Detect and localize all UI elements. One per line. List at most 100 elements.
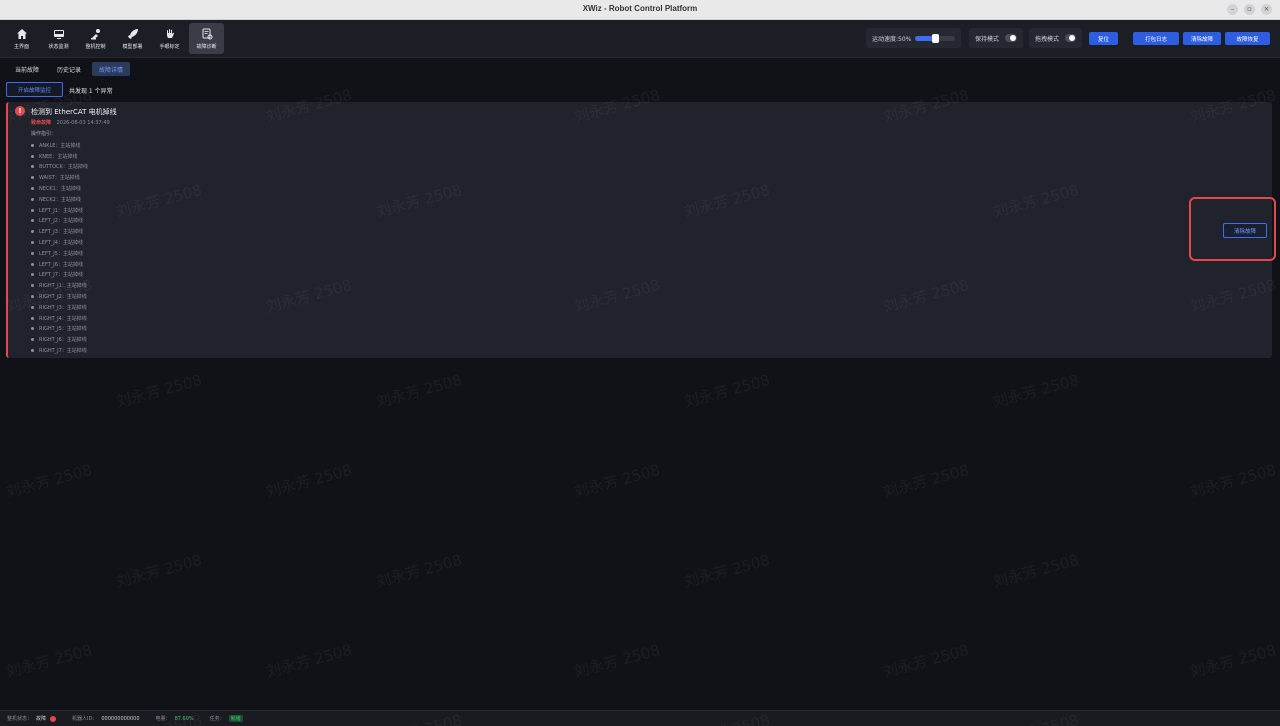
nav-item-status-monitor[interactable]: 状态监测 xyxy=(41,23,76,54)
window-buttons: – ▫ × xyxy=(1227,4,1272,15)
watermark: 刘永芳 2508 xyxy=(991,550,1081,592)
diagnosis-icon xyxy=(202,28,212,39)
bullet-icon xyxy=(31,187,34,191)
joint-item: RIGHT_J3：主站掉线 xyxy=(31,302,88,313)
nav-item-robot-control[interactable]: 整机控制 xyxy=(78,23,113,54)
toggle-knob xyxy=(1010,35,1016,41)
joint-text: NECK2：主站掉线 xyxy=(39,196,81,203)
tab-history[interactable]: 历史记录 xyxy=(50,62,88,76)
maximize-button[interactable]: ▫ xyxy=(1244,4,1255,15)
reset-button[interactable]: 复位 xyxy=(1089,32,1118,45)
bullet-icon xyxy=(31,143,34,147)
watermark: 刘永芳 2508 xyxy=(572,640,662,682)
joint-text: LEFT_J4：主站掉线 xyxy=(39,240,83,247)
watermark: 刘永芳 2508 xyxy=(374,550,464,592)
fault-tabs: 当前故障 历史记录 故障详情 xyxy=(8,62,131,76)
bullet-icon xyxy=(31,262,34,266)
alert-icon: ! xyxy=(15,106,25,116)
watermark: 刘永芳 2508 xyxy=(1188,460,1278,502)
joint-item: LEFT_J1：主站掉线 xyxy=(31,205,88,216)
status-task: 任务： 就绪 xyxy=(210,715,243,722)
watermark: 刘永芳 2508 xyxy=(114,550,204,592)
joint-text: ANKLE：主站掉线 xyxy=(39,142,81,149)
window-title: XWiz - Robot Control Platform xyxy=(582,4,698,13)
bullet-icon xyxy=(31,273,34,277)
joint-item: WAIST：主站掉线 xyxy=(31,172,88,183)
severity-badge: 致命故障 xyxy=(31,120,52,126)
clear-fault-toolbar-button[interactable]: 清除故障 xyxy=(1183,32,1221,45)
monitor-icon xyxy=(53,29,64,39)
nav-label: 状态监测 xyxy=(48,43,69,50)
nav-item-home[interactable]: 主界面 xyxy=(4,23,39,54)
watermark: 刘永芳 2508 xyxy=(682,550,772,592)
fault-time: 2026-08-03 14:37:49 xyxy=(56,120,110,126)
speed-slider[interactable] xyxy=(915,33,955,43)
fault-meta: 致命故障 2026-08-03 14:37:49 xyxy=(31,119,110,126)
state-value: 故障 xyxy=(36,716,47,722)
joint-text: LEFT_J5：主站掉线 xyxy=(39,250,83,257)
fault-card: ! 检测到 EtherCAT 电机掉线 致命故障 2026-08-03 14:3… xyxy=(6,102,1272,358)
nav-label: 手眼标定 xyxy=(159,43,180,50)
joint-text: LEFT_J2：主站掉线 xyxy=(39,218,83,225)
status-robot-id: 机器人ID： 000000000000 xyxy=(72,715,140,723)
watermark: 刘永芳 2508 xyxy=(1188,640,1278,682)
task-value: 就绪 xyxy=(228,715,243,722)
joint-item: RIGHT_J6：主站掉线 xyxy=(31,334,88,345)
joint-text: LEFT_J3：主站掉线 xyxy=(39,229,83,236)
bullet-icon xyxy=(31,165,34,169)
joint-text: WAIST：主站掉线 xyxy=(39,175,80,182)
joint-item: NECK1：主站掉线 xyxy=(31,183,88,194)
bullet-icon xyxy=(31,305,34,309)
joint-item: LEFT_J4：主站掉线 xyxy=(31,237,88,248)
watermark: 刘永芳 2508 xyxy=(991,370,1081,412)
joint-item: RIGHT_J4：主站掉线 xyxy=(31,313,88,324)
nav-item-fault-diagnosis[interactable]: 故障诊断 xyxy=(189,23,224,54)
bullet-icon xyxy=(31,327,34,331)
joint-item: RIGHT_J2：主站掉线 xyxy=(31,291,88,302)
watermark: 刘永芳 2508 xyxy=(114,370,204,412)
joint-item: NECK2：主站掉线 xyxy=(31,194,88,205)
joint-item: ANKLE：主站掉线 xyxy=(31,140,88,151)
bullet-icon xyxy=(31,176,34,180)
bullet-icon xyxy=(31,349,34,353)
robot-control-icon xyxy=(90,28,100,39)
speed-control: 运动速度:50% xyxy=(866,28,961,48)
toggle-knob xyxy=(1069,35,1075,41)
watermark: 刘永芳 2508 xyxy=(4,460,94,502)
drag-mode-label: 拖拽模式 xyxy=(1035,35,1060,43)
bullet-icon xyxy=(31,338,34,342)
tab-current-fault[interactable]: 当前故障 xyxy=(8,62,46,76)
watermark: 刘永芳 2508 xyxy=(374,370,464,412)
speed-slider-thumb[interactable] xyxy=(932,33,940,43)
pack-log-button[interactable]: 打包日志 xyxy=(1133,32,1179,45)
nav-item-hand-eye[interactable]: 手眼标定 xyxy=(152,23,187,54)
joint-text: RIGHT_J7：主站掉线 xyxy=(39,348,87,355)
nav-item-model-deploy[interactable]: 模型部署 xyxy=(115,23,150,54)
minimize-button[interactable]: – xyxy=(1227,4,1238,15)
joint-text: RIGHT_J2：主站掉线 xyxy=(39,294,87,301)
nav-label: 故障诊断 xyxy=(196,43,217,50)
nav-label: 主界面 xyxy=(13,43,29,50)
hand-icon xyxy=(166,28,174,38)
fault-dot-icon xyxy=(50,715,57,722)
drag-mode-toggle[interactable] xyxy=(1065,34,1076,42)
rocket-icon xyxy=(127,28,138,39)
joint-item: LEFT_J2：主站掉线 xyxy=(31,216,88,227)
joint-text: LEFT_J6：主站掉线 xyxy=(39,261,83,268)
joint-text: LEFT_J1：主站掉线 xyxy=(39,207,83,214)
fault-recovery-button[interactable]: 故障恢复 xyxy=(1225,32,1270,45)
joint-item: BUTTOCK：主站掉线 xyxy=(31,162,88,173)
home-icon xyxy=(16,28,27,39)
joint-item: LEFT_J6：主站掉线 xyxy=(31,259,88,270)
bullet-icon xyxy=(31,251,34,255)
watermark: 刘永芳 2508 xyxy=(682,370,772,412)
close-button[interactable]: × xyxy=(1261,4,1272,15)
bullet-icon xyxy=(31,208,34,212)
joint-text: RIGHT_J6：主站掉线 xyxy=(39,337,87,344)
start-fault-monitor-button[interactable]: 开启故障监控 xyxy=(6,82,63,97)
nav-label: 整机控制 xyxy=(85,43,106,50)
hold-mode-toggle[interactable] xyxy=(1005,34,1017,42)
battery-label: 电量： xyxy=(155,716,171,722)
tab-fault-detail[interactable]: 故障详情 xyxy=(92,62,131,76)
joint-text: RIGHT_J4：主站掉线 xyxy=(39,315,87,322)
